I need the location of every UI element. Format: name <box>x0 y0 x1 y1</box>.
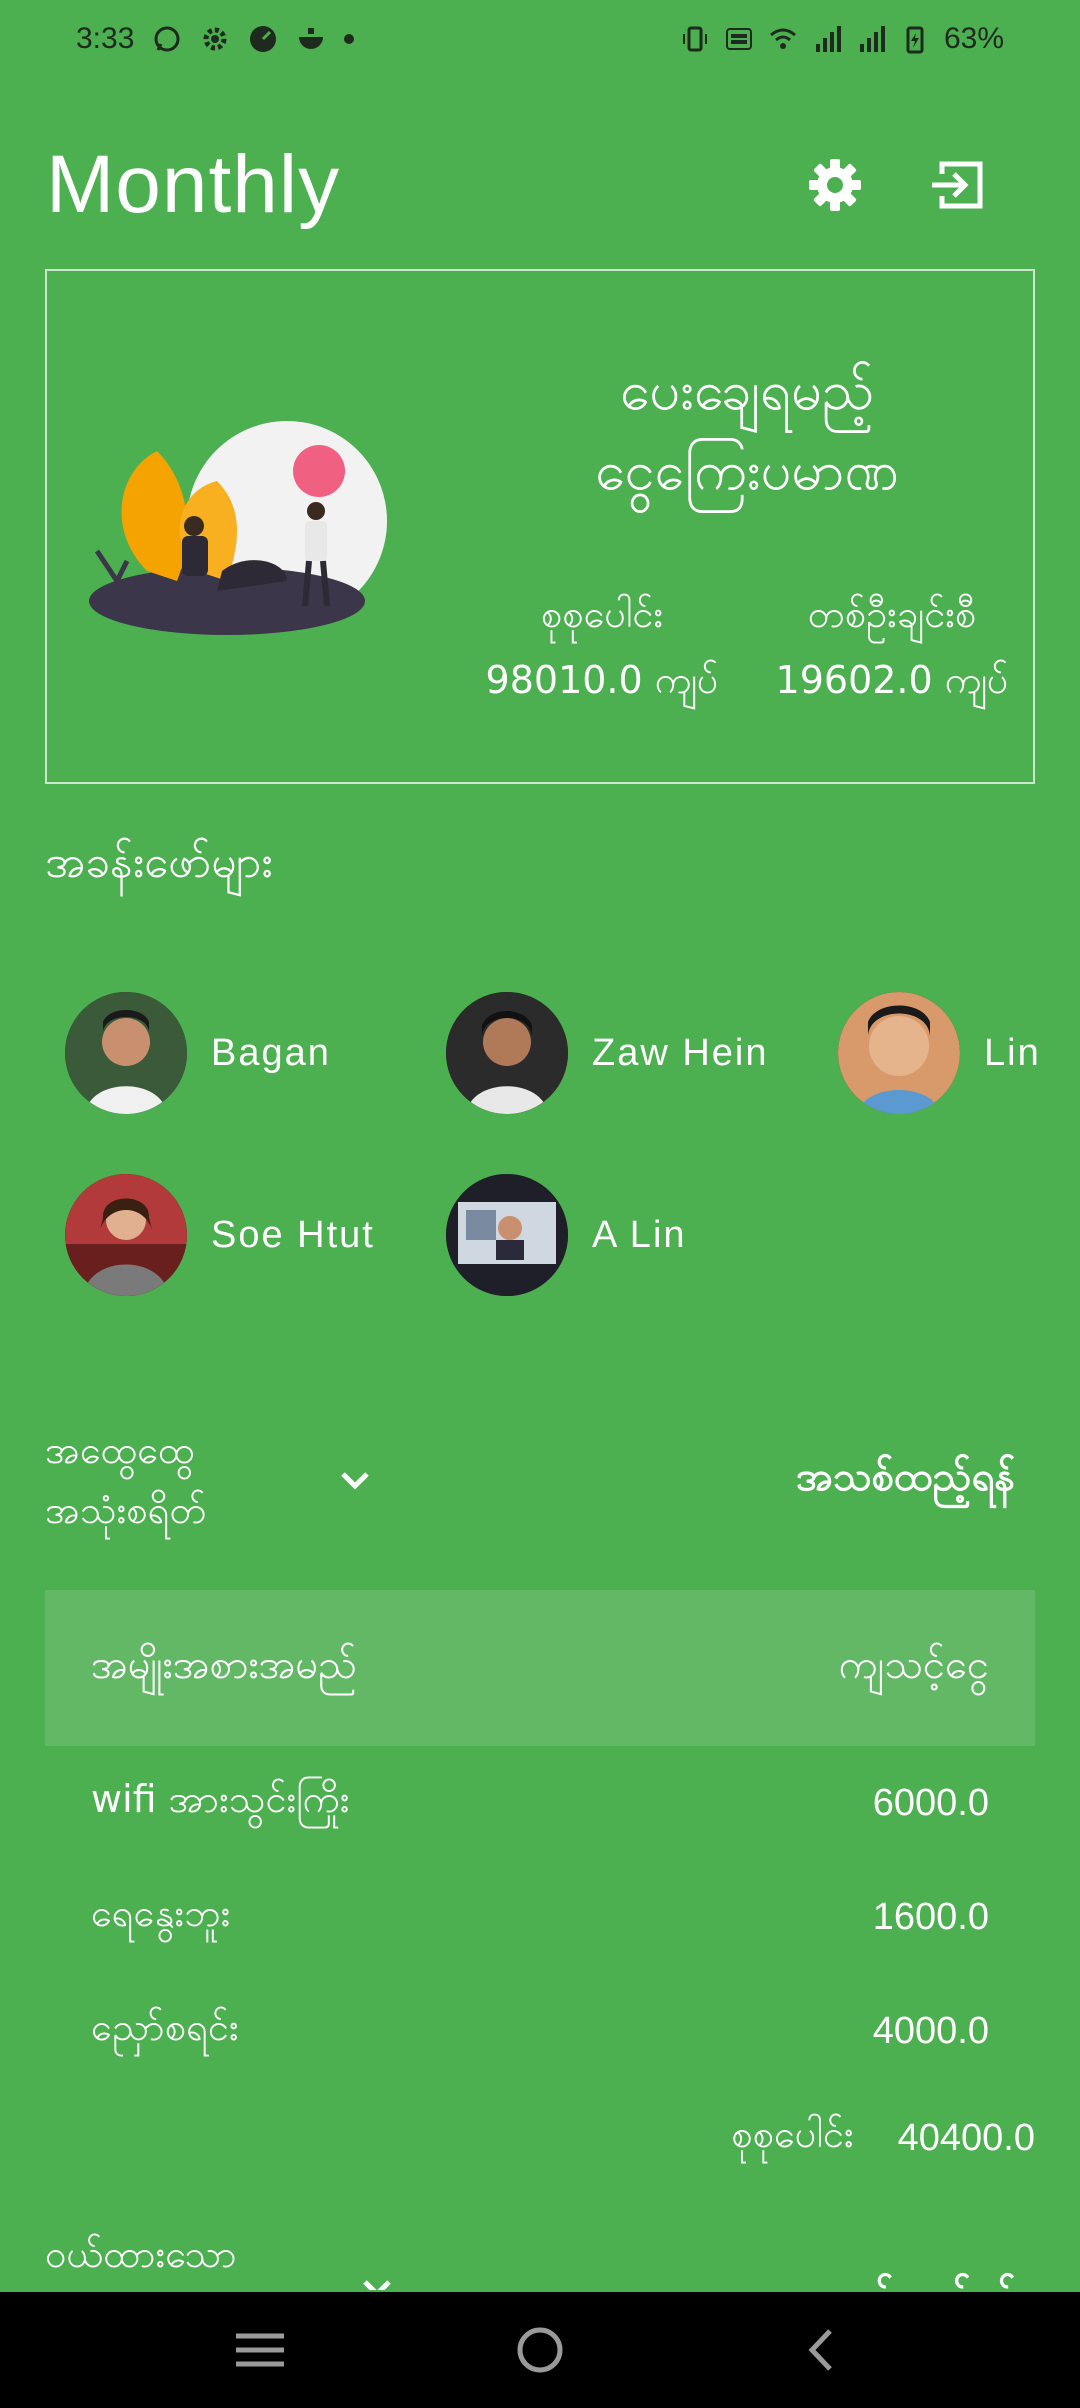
add-purchase-button[interactable]: အသစ်ထည့်ရန် <box>796 2270 1035 2290</box>
per-person-value: 19602.0 ကျပ် <box>775 658 1009 702</box>
header-actions <box>804 154 1034 216</box>
status-left: 3:33 <box>76 22 355 56</box>
gear-icon <box>809 159 861 211</box>
expenses-title: အထွေထွေ အသုံးစရိတ် <box>45 1420 285 1540</box>
member-name: Bagan <box>211 1031 331 1074</box>
whatsapp-icon <box>154 26 180 52</box>
member-name: Zaw Hein <box>592 1031 769 1074</box>
settings-button[interactable] <box>804 154 866 216</box>
member-name: Lin <box>984 1031 1041 1074</box>
expenses-total: စုစုပေါင်း 40400.0 <box>731 2110 1035 2166</box>
vibrate-icon <box>682 26 707 52</box>
notification-dot-icon <box>344 34 355 44</box>
speed-icon <box>250 26 277 52</box>
total-value: 98010.0 ကျပ် <box>485 658 719 702</box>
home-circle-icon <box>517 2327 563 2373</box>
avatar <box>65 992 187 1114</box>
member-soe-htut[interactable]: Soe Htut <box>65 1174 375 1296</box>
battery-charging-icon <box>906 26 924 54</box>
member-name: Soe Htut <box>211 1213 375 1256</box>
col-amount-header: ကျသင့်ငွေ <box>838 1641 989 1688</box>
table-row[interactable]: ရေနွေးဘူး 1600.0 <box>45 1860 1035 1974</box>
signal-icon <box>815 26 841 52</box>
card-title-line2: ငွေကြေးပမာဏ <box>595 439 899 502</box>
home-button[interactable] <box>500 2310 580 2390</box>
recent-apps-button[interactable] <box>220 2310 300 2390</box>
status-bar: 3:33 63% <box>0 0 1080 78</box>
app-header: Monthly <box>0 120 1080 250</box>
col-item-header: အမျိုးအစားအမည် <box>91 1641 357 1688</box>
avatar <box>65 1174 187 1296</box>
member-zaw-hein[interactable]: Zaw Hein <box>446 992 769 1114</box>
bowl-icon <box>299 28 324 49</box>
table-row[interactable]: ညှော်စရင်း 4000.0 <box>45 1974 1035 2088</box>
expenses-title-line2: အသုံးစရိတ် <box>45 1488 207 1532</box>
add-expense-button[interactable]: အသစ်ထည့်ရန် <box>796 1451 1035 1510</box>
expenses-total-value: 40400.0 <box>897 2116 1035 2159</box>
total-stat: စုစုပေါင်း 98010.0 ကျပ် <box>437 581 767 713</box>
battery-level: 63% <box>943 22 1004 55</box>
status-time: 3:33 <box>76 22 135 55</box>
table-row[interactable]: wifi အားသွင်းကြိုး 6000.0 <box>45 1746 1035 1860</box>
system-nav-bar <box>0 2292 1080 2408</box>
summary-card: ပေးချေရမည့် ငွေကြေးပမာဏ စုစုပေါင်း 98010… <box>45 269 1035 784</box>
page-title: Monthly <box>46 139 341 230</box>
card-title-line1: ပေးချေရမည့် <box>619 359 875 422</box>
member-name: A Lin <box>592 1213 687 1256</box>
per-person-label: တစ်ဦးချင်းစီ <box>807 592 977 636</box>
total-label: စုစုပေါင်း <box>540 592 664 636</box>
roommates-illustration <box>89 421 387 635</box>
settings-status-icon <box>203 27 227 51</box>
expenses-table-header: အမျိုးအစားအမည် ကျသင့်ငွေ <box>45 1590 1035 1746</box>
member-bagan[interactable]: Bagan <box>65 992 331 1114</box>
roommates-heading: အခန်းဖော်များ <box>45 837 273 888</box>
per-person-stat: တစ်ဦးချင်းစီ 19602.0 ကျပ် <box>747 581 1037 713</box>
menu-icon <box>236 2333 284 2367</box>
row-amount: 1600.0 <box>872 1895 989 1938</box>
chevron-down-icon <box>362 2280 391 2290</box>
signal-2-icon <box>859 26 885 52</box>
logout-button[interactable] <box>926 154 988 216</box>
expenses-total-label: စုစုပေါင်း <box>731 2112 854 2156</box>
wifi-icon <box>769 28 796 49</box>
avatar <box>446 992 568 1114</box>
row-item: ရေနွေးဘူး <box>91 1891 231 1935</box>
purchased-expand-button[interactable] <box>357 2268 397 2290</box>
member-a-lin[interactable]: A Lin <box>446 1174 687 1296</box>
expenses-expand-button[interactable] <box>325 1450 385 1510</box>
expenses-header: အထွေထွေ အသုံးစရိတ် အသစ်ထည့်ရန် <box>45 1420 1035 1540</box>
back-button[interactable] <box>780 2310 860 2390</box>
avatar <box>446 1174 568 1296</box>
expenses-title-line1: အထွေထွေ <box>45 1428 195 1472</box>
purchased-section-header: ဝယ်ထားသော အသစ်ထည့်ရန် <box>45 2230 1035 2290</box>
row-amount: 4000.0 <box>872 2009 989 2052</box>
card-title: ပေးချေရမည့် ငွေကြေးပမာဏ <box>487 351 1007 511</box>
status-right: 63% <box>680 22 1004 56</box>
row-item: wifi အားသွင်းကြိုး <box>91 1777 350 1821</box>
member-lin[interactable]: Lin <box>838 992 1041 1114</box>
row-item: ညှော်စရင်း <box>91 2005 239 2049</box>
row-amount: 6000.0 <box>872 1781 989 1824</box>
exit-icon <box>932 161 983 209</box>
purchased-section-title: ဝယ်ထားသော <box>45 2232 237 2276</box>
expenses-table-body: wifi အားသွင်းကြိုး 6000.0 ရေနွေးဘူး 1600… <box>45 1746 1035 2088</box>
back-chevron-icon <box>808 2329 832 2371</box>
avatar <box>838 992 960 1114</box>
volte-icon <box>725 28 752 50</box>
chevron-down-icon <box>341 1472 369 1490</box>
